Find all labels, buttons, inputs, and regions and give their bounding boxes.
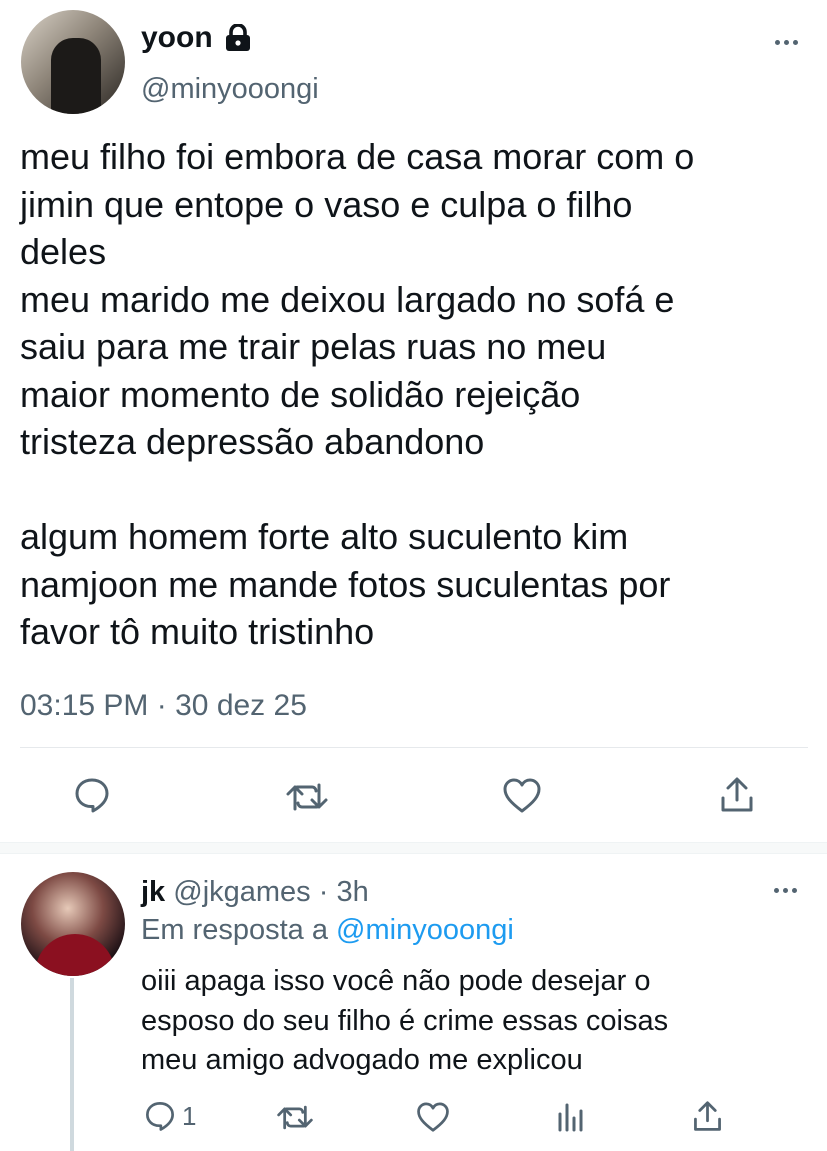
tweet-text: meu filho foi embora de casa morar com o…: [20, 136, 695, 652]
more-options-icon[interactable]: [775, 40, 798, 45]
reply-count: 1: [182, 1101, 197, 1131]
reply-separator: ·: [318, 876, 329, 908]
reply-header: jk @jkgames · 3h: [141, 874, 369, 910]
analytics-icon[interactable]: [556, 1102, 584, 1132]
retweet-icon[interactable]: [285, 779, 329, 815]
replying-to-label: Em resposta a: [141, 914, 328, 946]
reply-action-reply[interactable]: 1: [144, 1100, 196, 1132]
reply-author-display-name[interactable]: jk: [141, 876, 165, 908]
share-icon[interactable]: [719, 776, 755, 814]
reply-author-handle[interactable]: @jkgames: [173, 876, 310, 908]
like-icon[interactable]: [416, 1102, 450, 1133]
divider: [20, 747, 808, 748]
avatar-yoon[interactable]: [21, 10, 125, 114]
lock-icon: [222, 24, 254, 52]
replying-to-handle[interactable]: @minyooongi: [336, 914, 514, 946]
tweet-date: 30 dez 25: [175, 689, 307, 722]
retweet-icon[interactable]: [276, 1102, 314, 1133]
author-handle[interactable]: @minyooongi: [141, 71, 319, 107]
section-separator: [0, 842, 827, 854]
reply-age[interactable]: 3h: [336, 876, 368, 908]
avatar-figure: [51, 38, 101, 114]
reply-icon[interactable]: [73, 776, 111, 814]
reply-text: oiii apaga isso você não pode desejar o …: [141, 965, 669, 1076]
timestamp-separator: ·: [156, 689, 167, 722]
replying-to: Em resposta a @minyooongi: [141, 912, 514, 948]
reply-icon: [144, 1100, 176, 1132]
author-display-name[interactable]: yoon: [141, 20, 213, 56]
like-icon[interactable]: [502, 778, 542, 814]
reply-more-options-icon[interactable]: [774, 888, 797, 893]
avatar-figure: [35, 934, 115, 976]
thread-line: [70, 978, 74, 1151]
share-icon[interactable]: [692, 1100, 723, 1133]
tweet-time: 03:15 PM: [20, 689, 149, 722]
tweet-timestamp: 03:15 PM · 30 dez 25: [20, 687, 307, 725]
avatar-jk[interactable]: [21, 872, 125, 976]
